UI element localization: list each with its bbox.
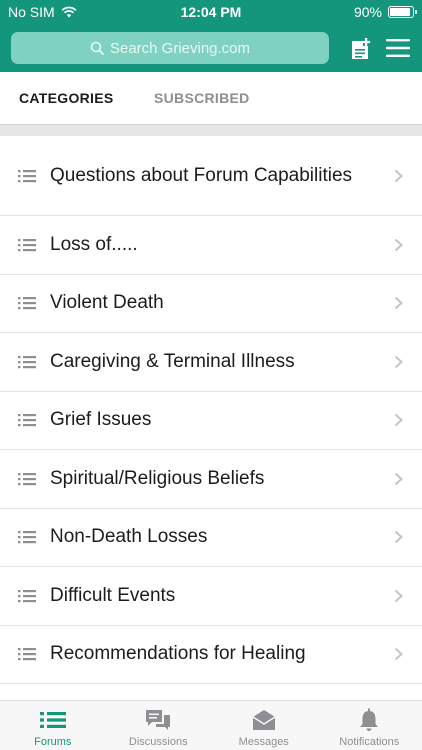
- category-row[interactable]: Non-Death Losses: [0, 508, 422, 567]
- list-icon: [18, 238, 36, 251]
- segment-tabs: CATEGORIES SUBSCRIBED: [0, 72, 422, 124]
- search-placeholder: Search Grieving.com: [109, 39, 251, 57]
- chevron-right-icon: [394, 297, 403, 310]
- category-label: Grief Issues: [50, 409, 152, 431]
- category-label: Loss of.....: [50, 233, 138, 255]
- list-icon: [18, 414, 36, 427]
- envelope-icon: [252, 710, 276, 730]
- list-icon: [18, 531, 36, 544]
- tab-forums[interactable]: Forums: [0, 701, 106, 750]
- category-row[interactable]: Loss of.....: [0, 216, 422, 275]
- category-label: Difficult Events: [50, 584, 176, 606]
- tab-label: Notifications: [339, 736, 400, 748]
- category-row[interactable]: Spiritual/Religious Beliefs: [0, 450, 422, 509]
- category-label: Recommendations for Healing: [50, 643, 306, 665]
- list-icon: [18, 355, 36, 368]
- category-label: Caregiving & Terminal Illness: [50, 350, 295, 372]
- category-label: Non-Death Losses: [50, 526, 208, 548]
- chevron-right-icon: [394, 355, 403, 368]
- chevron-right-icon: [394, 414, 403, 427]
- tab-discussions[interactable]: Discussions: [106, 701, 212, 750]
- chevron-right-icon: [394, 648, 403, 661]
- chevron-right-icon: [394, 169, 403, 182]
- bottom-tab-bar: Forums Discussions Messages Notification…: [0, 700, 422, 750]
- tab-notifications[interactable]: Notifications: [317, 701, 422, 750]
- category-row[interactable]: Caregiving & Terminal Illness: [0, 333, 422, 392]
- category-row[interactable]: Difficult Events: [0, 567, 422, 626]
- list-icon: [18, 589, 36, 602]
- category-row[interactable]: Violent Death: [0, 274, 422, 333]
- battery-icon: [388, 6, 417, 18]
- app-header: No SIM 12:04 PM 90% Search Grieving.com: [0, 0, 422, 72]
- chevron-right-icon: [394, 589, 403, 602]
- forums-list-icon: [39, 712, 66, 728]
- category-row[interactable]: Recommendations for Healing: [0, 625, 422, 684]
- status-bar: No SIM 12:04 PM 90%: [0, 0, 422, 24]
- battery-fill: [390, 8, 410, 16]
- category-row[interactable]: Questions about Forum Capabilities: [0, 136, 422, 216]
- bell-icon: [360, 708, 379, 731]
- status-right: 90%: [353, 4, 417, 20]
- tab-label: Discussions: [128, 736, 188, 748]
- tab-categories[interactable]: CATEGORIES: [19, 90, 114, 106]
- tab-label: Forums: [34, 736, 72, 748]
- list-icon: [18, 472, 36, 485]
- chevron-right-icon: [394, 238, 403, 251]
- list-icon: [18, 648, 36, 661]
- tab-label: Messages: [238, 736, 289, 748]
- list-icon: [18, 297, 36, 310]
- category-list: Questions about Forum Capabilities Loss …: [0, 136, 422, 684]
- search-input[interactable]: Search Grieving.com: [11, 32, 329, 64]
- search-icon: [90, 41, 104, 55]
- category-row[interactable]: Grief Issues: [0, 391, 422, 450]
- category-label: Spiritual/Religious Beliefs: [50, 467, 265, 489]
- category-label: Questions about Forum Capabilities: [50, 164, 353, 186]
- tab-subscribed[interactable]: SUBSCRIBED: [154, 90, 250, 106]
- list-icon: [18, 169, 36, 182]
- tab-messages[interactable]: Messages: [211, 701, 317, 750]
- chevron-right-icon: [394, 531, 403, 544]
- hamburger-menu-icon[interactable]: [386, 39, 410, 57]
- new-post-icon[interactable]: [350, 37, 372, 61]
- section-divider: [0, 124, 422, 136]
- chevron-right-icon: [394, 472, 403, 485]
- battery-percent: 90%: [353, 4, 382, 20]
- chat-bubbles-icon: [146, 710, 171, 730]
- category-label: Violent Death: [50, 292, 164, 314]
